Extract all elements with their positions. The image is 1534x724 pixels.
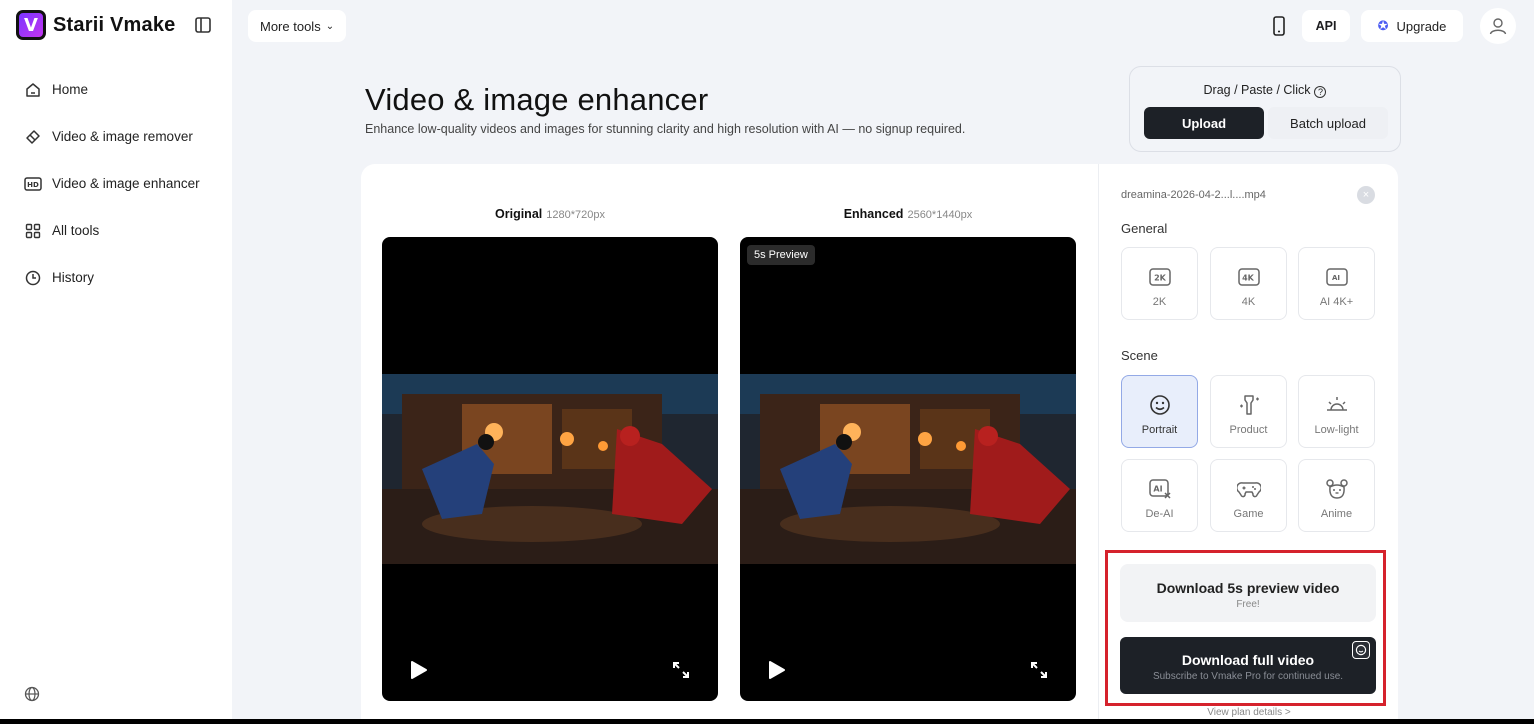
play-icon[interactable] <box>768 660 786 680</box>
sidebar-nav: Home Video & image remover HD Video & im… <box>0 66 232 301</box>
original-video[interactable] <box>382 237 718 701</box>
option-product[interactable]: Product <box>1210 375 1287 448</box>
gamepad-icon <box>1236 478 1261 500</box>
download-preview-button[interactable]: Download 5s preview video Free! <box>1120 564 1376 622</box>
enhanced-label: Enhanced 2560*1440px <box>843 207 973 221</box>
sidebar-item-label: Home <box>52 82 89 97</box>
close-icon[interactable]: × <box>1357 186 1375 204</box>
clock-icon <box>24 269 42 287</box>
option-low-light[interactable]: Low-light <box>1298 375 1375 448</box>
4k-icon: 4K <box>1237 266 1261 288</box>
de-ai-icon: AI <box>1148 478 1172 500</box>
sidebar-item-label: All tools <box>52 223 100 238</box>
option-game[interactable]: Game <box>1210 459 1287 532</box>
sidebar-item-history[interactable]: History <box>0 254 232 301</box>
product-icon <box>1237 394 1261 416</box>
video-frame <box>382 374 718 564</box>
option-portrait[interactable]: Portrait <box>1121 375 1198 448</box>
logo-icon: V <box>16 10 46 40</box>
video-frame <box>740 374 1076 564</box>
user-icon <box>1489 18 1507 35</box>
hd-icon: HD <box>24 175 42 193</box>
eraser-icon <box>24 128 42 146</box>
sidebar-item-all-tools[interactable]: All tools <box>0 207 232 254</box>
upload-button[interactable]: Upload <box>1144 107 1264 139</box>
option-2k[interactable]: 2K 2K <box>1121 247 1198 320</box>
more-tools-dropdown[interactable]: More tools ⌄ <box>248 10 347 42</box>
sidebar-item-home[interactable]: Home <box>0 66 232 113</box>
mobile-icon[interactable] <box>1270 16 1288 36</box>
sidebar-item-remover[interactable]: Video & image remover <box>0 113 232 160</box>
bear-icon <box>1325 478 1349 500</box>
download-full-button[interactable]: Download full video Subscribe to Vmake P… <box>1120 637 1376 694</box>
upload-hint: Drag / Paste / Click? <box>1130 83 1400 98</box>
help-icon[interactable]: ? <box>1314 86 1327 98</box>
chevron-down-icon: ⌄ <box>325 20 335 32</box>
scene-label: Scene <box>1121 348 1158 363</box>
download-full-note: Subscribe to Vmake Pro for continued use… <box>1152 671 1344 682</box>
app-logo[interactable]: V Starii Vmake <box>16 10 175 40</box>
api-button[interactable]: API <box>1302 10 1350 42</box>
download-preview-note: Free! <box>1236 599 1260 610</box>
preview-badge: 5s Preview <box>747 245 815 265</box>
2k-icon: 2K <box>1148 266 1172 288</box>
sidebar: V Starii Vmake Home Video & image remove… <box>0 0 232 724</box>
option-de-ai[interactable]: AI De-AI <box>1121 459 1198 532</box>
page-title: Video & image enhancer <box>365 82 709 117</box>
original-label: Original 1280*720px <box>495 207 605 221</box>
sidebar-item-enhancer[interactable]: HD Video & image enhancer <box>0 160 232 207</box>
pro-badge-icon <box>1352 641 1370 659</box>
avatar[interactable] <box>1480 8 1516 44</box>
sidebar-toggle-icon[interactable] <box>194 16 212 34</box>
smiley-icon <box>1148 394 1172 416</box>
grid-icon <box>24 222 42 240</box>
option-4k[interactable]: 4K 4K <box>1210 247 1287 320</box>
expand-icon[interactable] <box>671 660 691 680</box>
sidebar-item-label: Video & image remover <box>52 129 193 144</box>
batch-upload-button[interactable]: Batch upload <box>1268 107 1388 139</box>
upgrade-label: Upgrade <box>1396 18 1447 34</box>
expand-icon[interactable] <box>1029 660 1049 680</box>
page-subtitle: Enhance low-quality videos and images fo… <box>365 122 966 136</box>
panel-divider <box>1098 164 1099 724</box>
globe-icon[interactable] <box>24 686 40 702</box>
play-icon[interactable] <box>410 660 428 680</box>
bottom-edge <box>0 719 1534 724</box>
sunrise-icon <box>1325 394 1349 416</box>
svg-text:AI: AI <box>1153 485 1162 494</box>
sidebar-item-label: History <box>52 270 95 285</box>
view-plan-details-link[interactable]: View plan details > <box>1121 707 1377 718</box>
file-name: dreamina-2026-04-2...l....mp4 <box>1121 189 1266 201</box>
download-preview-title: Download 5s preview video <box>1156 580 1340 596</box>
sidebar-item-label: Video & image enhancer <box>52 176 200 191</box>
option-ai-4k-plus[interactable]: AI AI 4K+ <box>1298 247 1375 320</box>
enhancer-card: Original1280*720px Enhanced2560*1440px <box>361 164 1398 724</box>
svg-text:4K: 4K <box>1242 274 1255 283</box>
enhanced-video[interactable]: 5s Preview <box>740 237 1076 701</box>
gem-icon: ✪ <box>1377 18 1389 33</box>
svg-text:AI: AI <box>1331 274 1339 282</box>
more-tools-label: More tools <box>260 18 321 34</box>
app-name: Starii Vmake <box>53 13 176 36</box>
download-full-title: Download full video <box>1181 652 1315 668</box>
upload-dropzone[interactable]: Drag / Paste / Click? Upload Batch uploa… <box>1129 66 1401 152</box>
svg-text:HD: HD <box>27 181 39 189</box>
home-icon <box>24 81 42 99</box>
ai-4k-icon: AI <box>1325 266 1349 288</box>
upgrade-button[interactable]: ✪ Upgrade <box>1361 10 1463 42</box>
general-label: General <box>1121 221 1168 236</box>
svg-text:2K: 2K <box>1154 274 1167 283</box>
option-anime[interactable]: Anime <box>1298 459 1375 532</box>
